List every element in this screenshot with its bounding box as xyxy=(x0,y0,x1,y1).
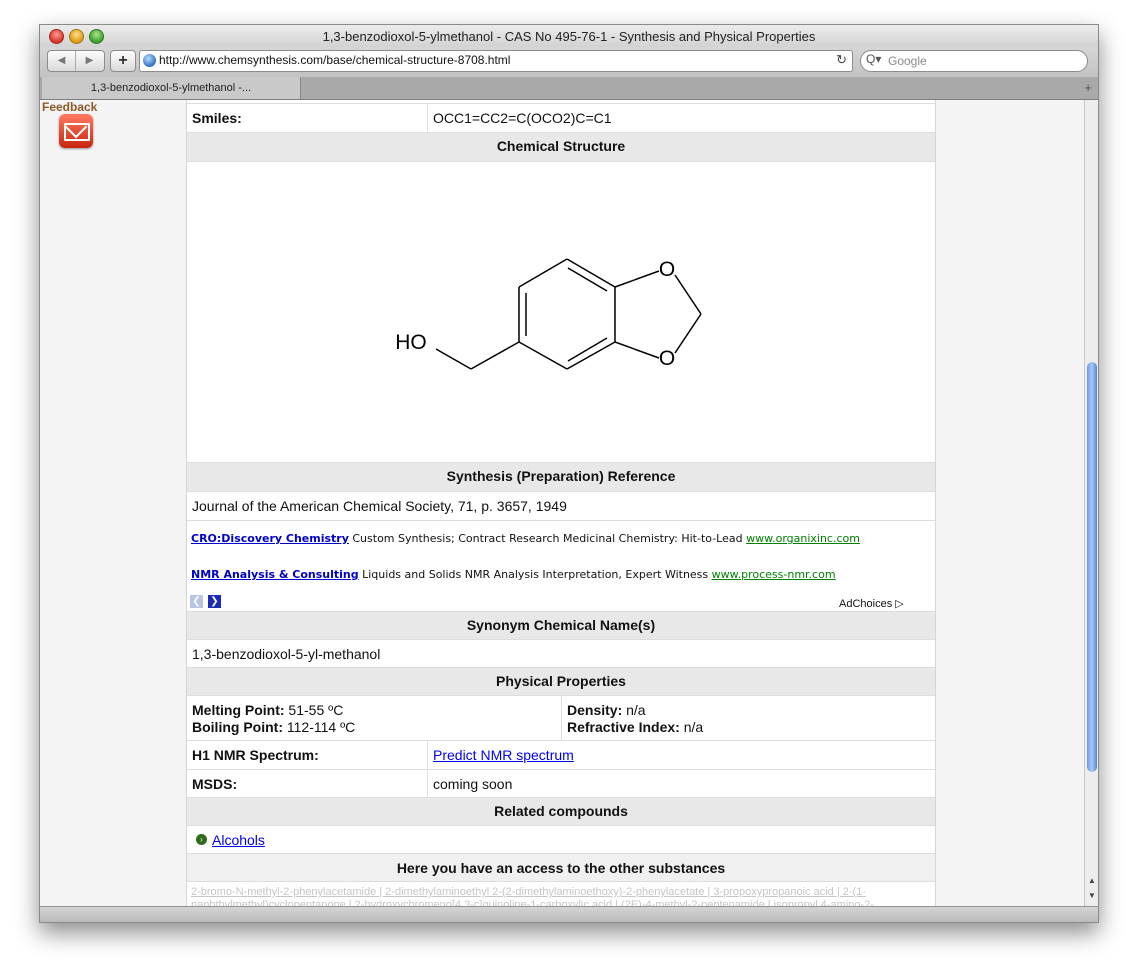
nav-buttons: ◀ ▶ xyxy=(47,50,105,72)
scroll-up-arrow-icon[interactable]: ▲ xyxy=(1088,876,1096,885)
smiles-label: Smiles: xyxy=(192,110,242,126)
column-divider xyxy=(427,741,428,769)
hydroxyl-label: HO xyxy=(395,331,427,354)
ad-next-button[interactable]: ❯ xyxy=(208,595,221,608)
back-button[interactable]: ◀ xyxy=(48,51,76,71)
related-compound-link[interactable]: Alcohols xyxy=(212,832,265,848)
compound-table: Smiles: OCC1=CC2=C(OCO2)C=C1 Chemical St… xyxy=(186,100,936,906)
address-bar[interactable]: http://www.chemsynthesis.com/base/chemic… xyxy=(139,50,853,72)
status-bar xyxy=(40,906,1098,922)
reload-icon[interactable]: ↻ xyxy=(836,52,847,68)
melting-point-label: Melting Point: xyxy=(192,702,285,718)
related-compounds-row: › Alcohols xyxy=(187,826,935,854)
density: Density: n/a xyxy=(567,702,703,719)
tab-bar: 1,3-benzodioxol-5-ylmethanol -... + xyxy=(40,77,1098,100)
url-text: http://www.chemsynthesis.com/base/chemic… xyxy=(159,53,511,67)
chemical-structure-header: Chemical Structure xyxy=(187,133,935,162)
temperature-properties: Melting Point: 51-55 ºC Boiling Point: 1… xyxy=(192,702,355,736)
nmr-row: H1 NMR Spectrum: Predict NMR spectrum xyxy=(187,741,935,770)
boiling-point-label: Boiling Point: xyxy=(192,719,283,735)
ad-item[interactable]: NMR Analysis & Consulting Liquids and So… xyxy=(191,568,836,581)
synthesis-reference-text: Journal of the American Chemical Society… xyxy=(192,498,567,514)
add-bookmark-button[interactable]: + xyxy=(110,50,136,72)
ad-url[interactable]: www.process-nmr.com xyxy=(712,568,836,581)
density-value: n/a xyxy=(622,702,646,718)
other-substances-links[interactable]: 2-bromo-N-methyl-2-phenylacetamide | 2-d… xyxy=(191,886,931,906)
new-tab-icon[interactable]: + xyxy=(1084,80,1092,95)
refractive-index-label: Refractive Index: xyxy=(567,719,680,735)
feedback-widget[interactable]: Feedback xyxy=(40,100,140,202)
other-substances-header: Here you have an access to the other sub… xyxy=(187,854,935,882)
ad-block: CRO:Discovery Chemistry Custom Synthesis… xyxy=(187,521,935,612)
column-divider xyxy=(427,104,428,132)
column-divider xyxy=(427,770,428,797)
synonyms-header: Synonym Chemical Name(s) xyxy=(187,612,935,640)
ad-text: Liquids and Solids NMR Analysis Interpre… xyxy=(358,568,712,581)
scroll-down-arrow-icon[interactable]: ▼ xyxy=(1088,891,1096,900)
globe-icon xyxy=(143,54,156,67)
ad-url[interactable]: www.organixinc.com xyxy=(746,532,860,545)
vertical-scrollbar[interactable]: ▲ ▼ xyxy=(1084,100,1098,906)
window-title: 1,3-benzodioxol-5-ylmethanol - CAS No 49… xyxy=(322,29,816,44)
page-viewport: Feedback Smiles: OCC1=CC2=C(OCO2)C=C1 Ch… xyxy=(40,100,1084,906)
smiles-value: OCC1=CC2=C(OCO2)C=C1 xyxy=(433,110,612,126)
bullet-arrow-icon: › xyxy=(196,834,207,845)
refractive-index: Refractive Index: n/a xyxy=(567,719,703,736)
adchoices-link[interactable]: AdChoices ▷ xyxy=(839,597,904,610)
mail-icon[interactable] xyxy=(59,114,93,148)
ad-title[interactable]: NMR Analysis & Consulting xyxy=(191,568,359,581)
oxygen-label-bottom: O xyxy=(659,347,675,370)
feedback-label: Feedback xyxy=(42,100,98,114)
oxygen-label-top: O xyxy=(659,258,675,281)
melting-point: Melting Point: 51-55 ºC xyxy=(192,702,355,719)
boiling-point: Boiling Point: 112-114 ºC xyxy=(192,719,355,736)
nmr-label: H1 NMR Spectrum: xyxy=(192,747,319,763)
forward-button[interactable]: ▶ xyxy=(76,51,103,71)
ad-prev-button[interactable]: ❮ xyxy=(190,595,203,608)
related-compounds-header: Related compounds xyxy=(187,798,935,826)
column-divider xyxy=(561,696,562,740)
chemical-structure-drawing: O O HO xyxy=(395,258,702,370)
smiles-row: Smiles: OCC1=CC2=C(OCO2)C=C1 xyxy=(187,104,935,133)
search-placeholder: Google xyxy=(888,54,927,68)
physical-properties-row: Melting Point: 51-55 ºC Boiling Point: 1… xyxy=(187,696,935,741)
ad-text: Custom Synthesis; Contract Research Medi… xyxy=(348,532,747,545)
toolbar: ◀ ▶ + http://www.chemsynthesis.com/base/… xyxy=(40,47,1098,78)
search-field[interactable]: Q▾ Google xyxy=(860,50,1088,72)
refractive-index-value: n/a xyxy=(679,719,704,735)
title-bar: 1,3-benzodioxol-5-ylmethanol - CAS No 49… xyxy=(40,25,1098,47)
density-label: Density: xyxy=(567,702,623,718)
ad-title[interactable]: CRO:Discovery Chemistry xyxy=(191,532,349,545)
physical-properties-header: Physical Properties xyxy=(187,668,935,696)
synthesis-reference-header: Synthesis (Preparation) Reference xyxy=(187,463,935,492)
melting-point-value: 51-55 ºC xyxy=(284,702,344,718)
synonym-row: 1,3-benzodioxol-5-yl-methanol xyxy=(187,640,935,668)
msds-row: MSDS: coming soon xyxy=(187,770,935,798)
structure-image-row: O O HO xyxy=(187,162,935,463)
ad-item[interactable]: CRO:Discovery Chemistry Custom Synthesis… xyxy=(191,532,860,545)
predict-nmr-link[interactable]: Predict NMR spectrum xyxy=(433,747,574,763)
synonym-name: 1,3-benzodioxol-5-yl-methanol xyxy=(192,646,381,662)
optical-properties: Density: n/a Refractive Index: n/a xyxy=(567,702,703,736)
tab-active[interactable]: 1,3-benzodioxol-5-ylmethanol -... xyxy=(42,77,301,99)
synthesis-reference-row: Journal of the American Chemical Society… xyxy=(187,492,935,521)
search-icon: Q▾ xyxy=(866,52,882,66)
scrollbar-thumb[interactable] xyxy=(1087,362,1097,772)
browser-window: 1,3-benzodioxol-5-ylmethanol - CAS No 49… xyxy=(39,24,1099,923)
msds-label: MSDS: xyxy=(192,776,238,792)
boiling-point-value: 112-114 ºC xyxy=(282,719,356,735)
msds-value: coming soon xyxy=(433,776,513,792)
